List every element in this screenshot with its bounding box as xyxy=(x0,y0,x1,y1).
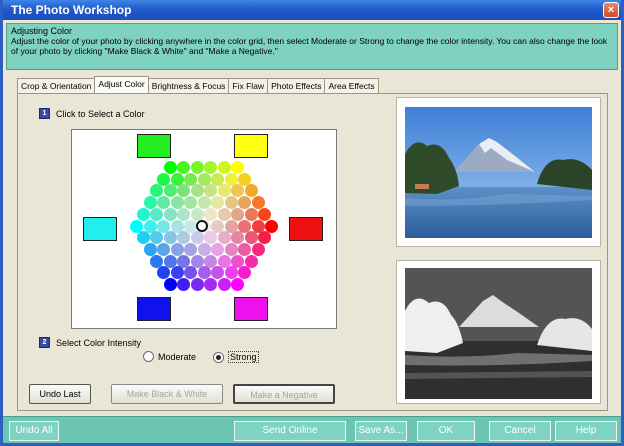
color-dot[interactable] xyxy=(136,207,150,221)
color-dot[interactable] xyxy=(231,207,245,221)
undo-last-button[interactable]: Undo Last xyxy=(29,384,91,404)
swatch-cyan[interactable] xyxy=(83,217,117,241)
color-dot[interactable] xyxy=(190,207,204,221)
color-dot[interactable] xyxy=(238,196,251,210)
color-dot[interactable] xyxy=(177,161,191,174)
color-dot[interactable] xyxy=(184,196,197,210)
color-dot[interactable] xyxy=(231,161,245,174)
color-dot[interactable] xyxy=(258,207,272,221)
color-dot[interactable] xyxy=(204,207,218,221)
preview-photo-frame xyxy=(396,260,601,404)
send-online-button[interactable]: Send Online xyxy=(234,421,346,441)
color-dot[interactable] xyxy=(217,161,231,174)
tab-photo-effects[interactable]: Photo Effects xyxy=(267,78,326,93)
tab-crop-orientation[interactable]: Crop & Orientation xyxy=(17,78,96,93)
color-dot[interactable] xyxy=(170,242,184,256)
color-dot[interactable] xyxy=(163,278,177,291)
swatch-blue[interactable] xyxy=(137,297,171,321)
color-dot[interactable] xyxy=(217,278,231,291)
landscape-photo xyxy=(405,107,592,238)
radio-strong-label: Strong xyxy=(228,351,259,363)
color-dot[interactable] xyxy=(211,196,224,210)
color-dot[interactable] xyxy=(163,207,177,221)
make-negative-button[interactable]: Make a Negative xyxy=(233,384,335,404)
color-dot[interactable] xyxy=(204,278,218,291)
help-button[interactable]: Help xyxy=(555,421,617,441)
color-dot[interactable] xyxy=(238,242,251,256)
select-color-heading: 1 Click to Select a Color xyxy=(39,108,145,119)
info-heading: Adjusting Color xyxy=(11,26,73,36)
bottom-bar: Undo All Send Online Save As... OK Cance… xyxy=(3,416,621,443)
step-number-icon: 2 xyxy=(39,337,50,348)
color-dot[interactable] xyxy=(177,278,191,291)
color-dot[interactable] xyxy=(157,196,170,210)
intensity-heading: 2 Select Color Intensity xyxy=(39,337,141,348)
window-title: The Photo Workshop xyxy=(11,3,132,17)
radio-moderate-label: Moderate xyxy=(158,351,197,362)
tab-fix-flaw[interactable]: Fix Flaw xyxy=(228,78,269,93)
color-dot[interactable] xyxy=(251,242,265,256)
save-as-button[interactable]: Save As... xyxy=(355,421,407,441)
cancel-button[interactable]: Cancel xyxy=(489,421,551,441)
tab-area-effects[interactable]: Area Effects xyxy=(324,78,379,93)
tab-adjust-color[interactable]: Adjust Color xyxy=(94,76,149,93)
color-dot[interactable] xyxy=(184,242,197,256)
swatch-green[interactable] xyxy=(137,134,171,158)
original-photo-frame xyxy=(396,97,601,247)
color-selector-ring xyxy=(196,220,208,232)
info-panel: Adjusting Color Adjust the color of your… xyxy=(6,23,618,70)
step-number-icon: 1 xyxy=(39,108,50,119)
select-color-label: Click to Select a Color xyxy=(56,108,145,119)
radio-icon[interactable] xyxy=(213,351,224,363)
color-dot[interactable] xyxy=(197,242,211,256)
color-dot[interactable] xyxy=(190,278,204,291)
radio-strong[interactable]: Strong xyxy=(213,351,259,363)
radio-moderate[interactable]: Moderate xyxy=(143,351,196,362)
color-dot[interactable] xyxy=(244,207,258,221)
intensity-label: Select Color Intensity xyxy=(56,337,142,348)
swatch-red[interactable] xyxy=(289,217,323,241)
color-dot[interactable] xyxy=(143,242,157,256)
photo-workshop-window: The Photo Workshop × Adjusting Color Adj… xyxy=(0,0,624,446)
color-dot[interactable] xyxy=(190,161,204,174)
undo-all-button[interactable]: Undo All xyxy=(9,421,59,441)
color-dot[interactable] xyxy=(204,161,218,174)
color-dot[interactable] xyxy=(163,161,177,174)
ok-button[interactable]: OK xyxy=(417,421,475,441)
radio-icon[interactable] xyxy=(143,351,154,362)
tab-brightness-focus[interactable]: Brightness & Focus xyxy=(147,78,230,93)
swatch-magenta[interactable] xyxy=(234,297,268,321)
close-icon[interactable]: × xyxy=(603,2,619,18)
color-dot[interactable] xyxy=(211,242,224,256)
swatch-yellow[interactable] xyxy=(234,134,268,158)
photo-preview-negative xyxy=(405,268,592,399)
color-dot[interactable] xyxy=(177,207,191,221)
info-description: Adjust the color of your photo by clicki… xyxy=(11,36,608,56)
color-dot[interactable] xyxy=(238,266,251,280)
make-black-white-button[interactable]: Make Black & White xyxy=(111,384,223,404)
tab-strip: Crop & Orientation Adjust Color Brightne… xyxy=(17,76,379,94)
color-dot[interactable] xyxy=(157,242,170,256)
color-dot[interactable] xyxy=(231,278,245,291)
color-dot[interactable] xyxy=(150,207,164,221)
color-dot[interactable] xyxy=(217,207,231,221)
color-dot[interactable] xyxy=(224,242,238,256)
title-bar: The Photo Workshop × xyxy=(3,0,621,20)
